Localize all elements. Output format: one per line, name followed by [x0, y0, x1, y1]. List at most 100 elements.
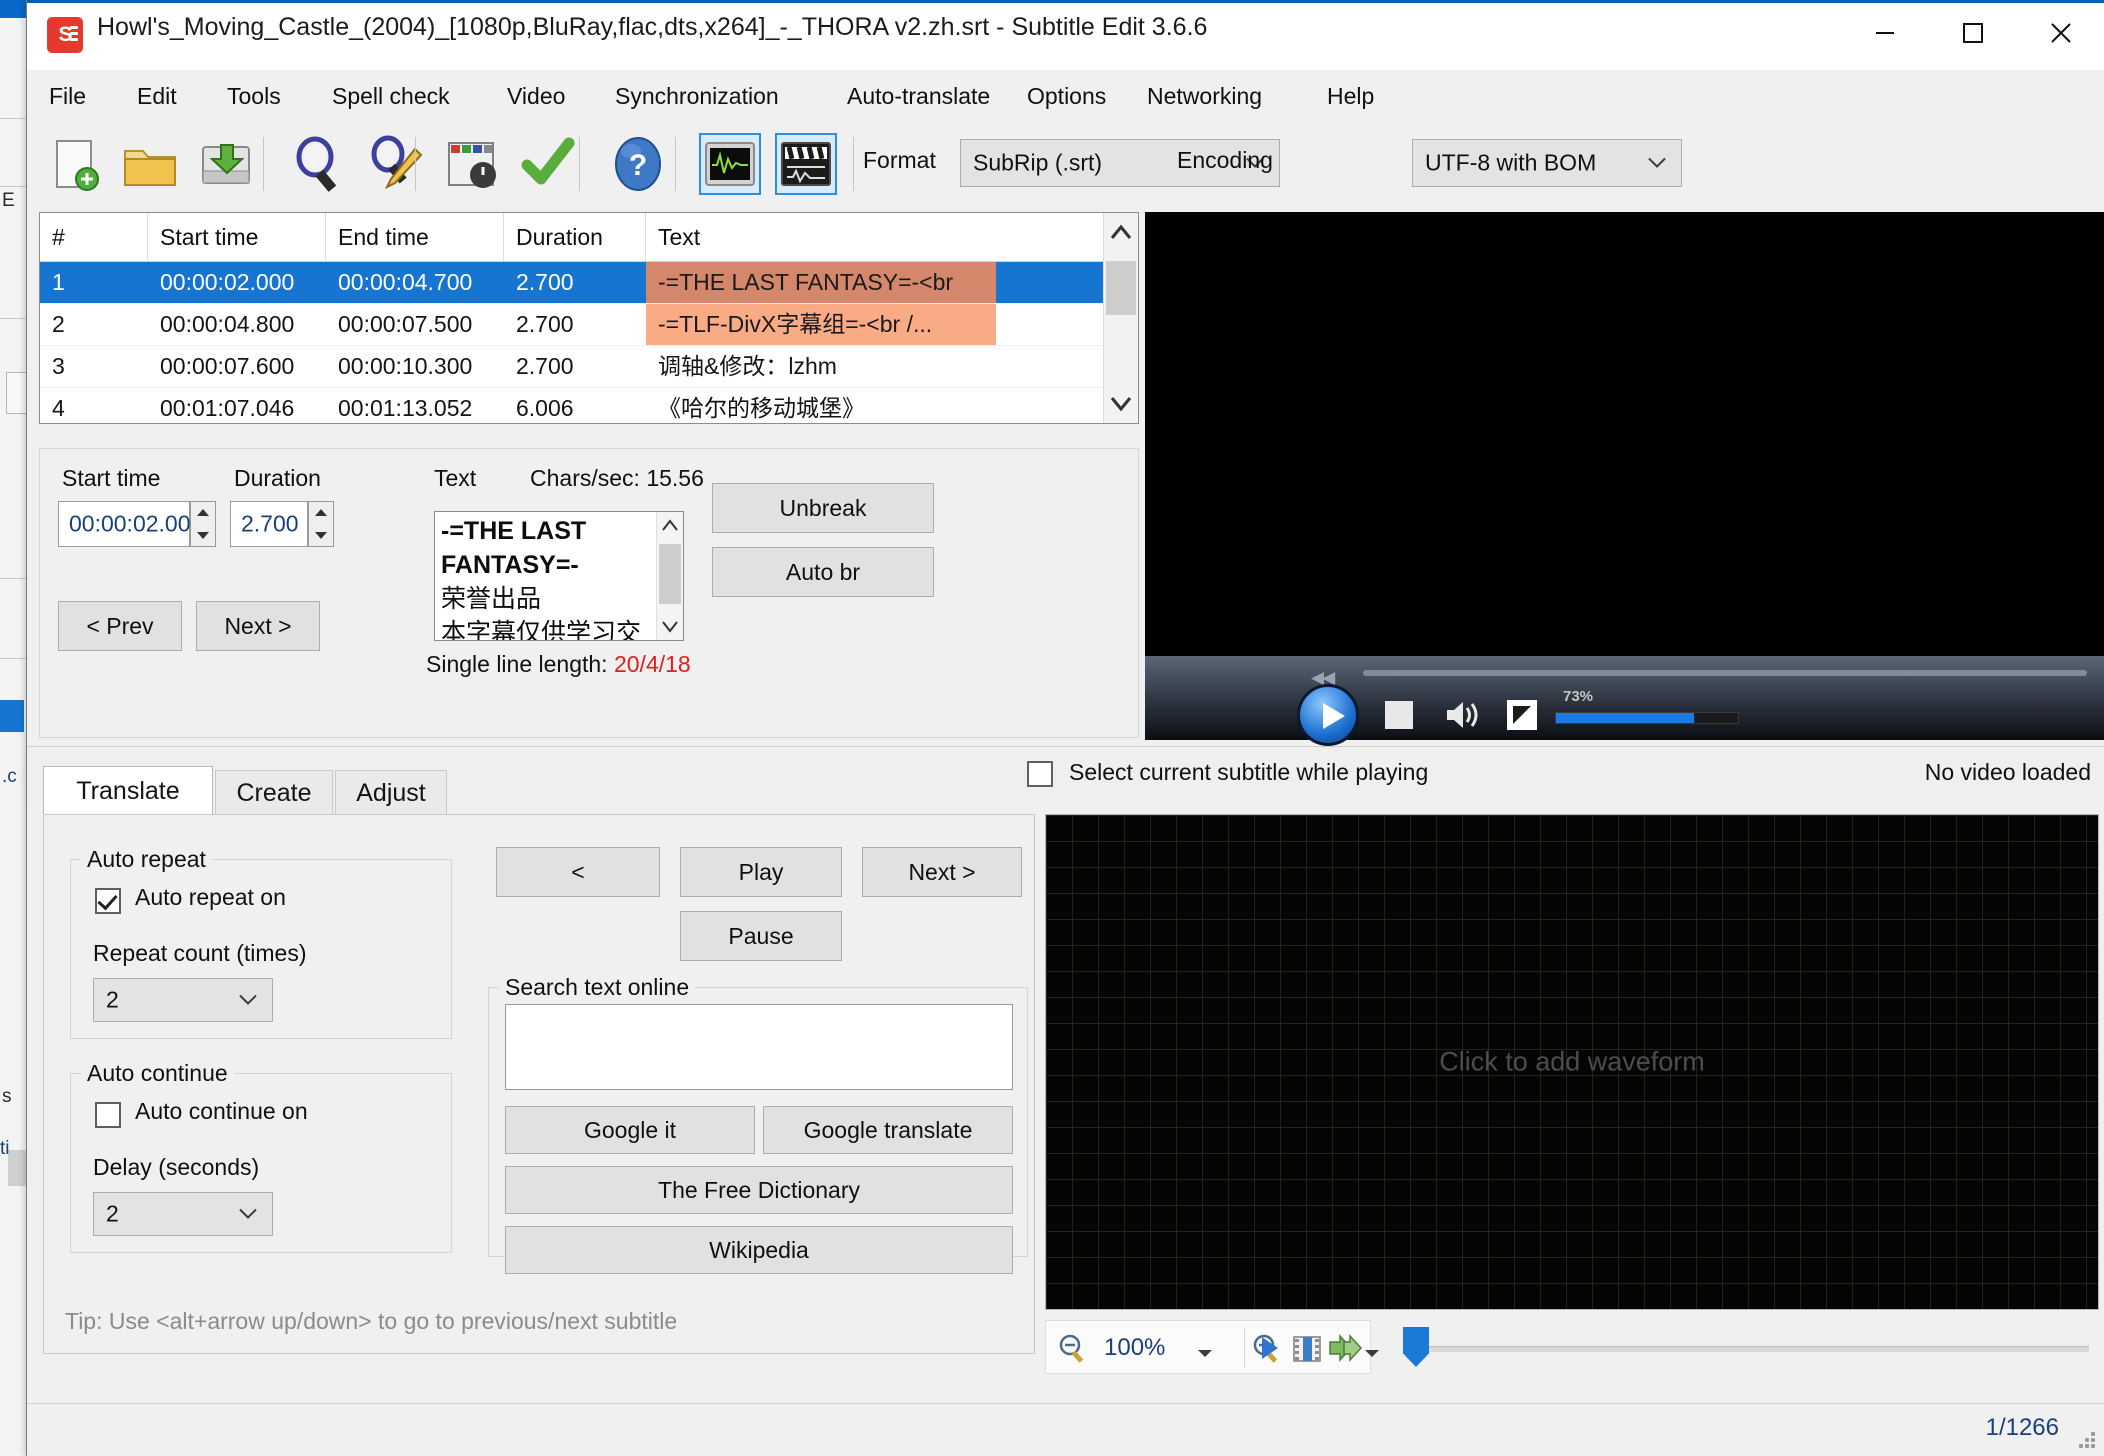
- subtitle-list[interactable]: # Start time End time Duration Text 1 00…: [39, 212, 1139, 424]
- playback-pause-button[interactable]: Pause: [680, 911, 842, 961]
- sync-video-button[interactable]: [441, 133, 503, 195]
- format-value: SubRip (.srt): [973, 149, 1103, 176]
- free-dictionary-button[interactable]: The Free Dictionary: [505, 1166, 1013, 1214]
- search-text-input[interactable]: [505, 1004, 1013, 1090]
- auto-repeat-checkbox[interactable]: [95, 888, 121, 914]
- tab-adjust[interactable]: Adjust: [335, 770, 447, 816]
- menu-auto-translate[interactable]: Auto-translate: [847, 83, 990, 110]
- new-subtitle-icon: [56, 140, 99, 191]
- video-play-button[interactable]: [1297, 684, 1359, 746]
- column-header-index[interactable]: #: [40, 213, 148, 261]
- repeat-count-select[interactable]: 2: [93, 978, 273, 1022]
- chevron-down-icon: [239, 994, 257, 1005]
- waveform-toolbar-separator: [1244, 1329, 1245, 1367]
- tab-translate[interactable]: Translate: [43, 766, 213, 816]
- table-row[interactable]: 3 00:00:07.600 00:00:10.300 2.700 调轴&修改：…: [40, 346, 1138, 388]
- start-time-input[interactable]: 00:00:02.000: [58, 501, 203, 547]
- video-seek-area[interactable]: ◀◀: [1145, 656, 2104, 690]
- next-button[interactable]: Next >: [196, 601, 320, 651]
- google-it-button[interactable]: Google it: [505, 1106, 755, 1154]
- scroll-up-button[interactable]: [657, 512, 683, 540]
- help-button[interactable]: ?: [607, 133, 669, 195]
- playback-next-button[interactable]: Next >: [862, 847, 1022, 897]
- playback-prev-button[interactable]: <: [496, 847, 660, 897]
- waveform-position-slider[interactable]: [1423, 1346, 2089, 1352]
- scroll-thumb[interactable]: [659, 544, 681, 604]
- duration-input[interactable]: 2.700: [230, 501, 308, 547]
- resize-grip[interactable]: [2077, 1430, 2099, 1452]
- scene-change-button[interactable]: [1290, 1332, 1324, 1371]
- column-header-text[interactable]: Text: [646, 213, 1106, 261]
- stepper-up-button[interactable]: [191, 502, 215, 524]
- playback-play-button[interactable]: Play: [680, 847, 842, 897]
- stepper-down-button[interactable]: [191, 524, 215, 546]
- new-subtitle-button[interactable]: [43, 133, 105, 195]
- toggle-video-button[interactable]: [775, 133, 837, 195]
- menu-options[interactable]: Options: [1027, 83, 1106, 110]
- zoom-out-button[interactable]: [1056, 1332, 1090, 1371]
- menu-edit[interactable]: Edit: [137, 83, 177, 110]
- menu-synchronization[interactable]: Synchronization: [615, 83, 779, 110]
- text-editor-scrollbar[interactable]: [656, 512, 683, 640]
- video-preview[interactable]: ◀◀ 73%: [1145, 212, 2104, 746]
- waveform-position-knob[interactable]: [1403, 1327, 1429, 1367]
- open-folder-icon: [124, 150, 176, 186]
- minimize-button[interactable]: [1841, 0, 1929, 66]
- subtitle-text-editor[interactable]: -=THE LAST FANTASY=- 荣誉出品 本字幕仅供学习交: [434, 511, 684, 641]
- maximize-button[interactable]: [1929, 0, 2017, 66]
- wikipedia-button[interactable]: Wikipedia: [505, 1226, 1013, 1274]
- table-row[interactable]: 1 00:00:02.000 00:00:04.700 2.700 -=THE …: [40, 262, 1138, 304]
- subtitle-list-scrollbar[interactable]: [1103, 213, 1138, 423]
- scroll-up-button[interactable]: [1104, 213, 1138, 253]
- table-row[interactable]: 2 00:00:04.800 00:00:07.500 2.700 -=TLF-…: [40, 304, 1138, 346]
- tab-create[interactable]: Create: [215, 770, 333, 816]
- menu-networking[interactable]: Networking: [1147, 83, 1262, 110]
- menu-spell-check[interactable]: Spell check: [332, 83, 450, 110]
- video-volume-button[interactable]: [1445, 698, 1483, 732]
- delay-seconds-select[interactable]: 2: [93, 1192, 273, 1236]
- waveform-display[interactable]: Click to add waveform: [1045, 814, 2099, 1310]
- auto-br-button[interactable]: Auto br: [712, 547, 934, 597]
- menu-help[interactable]: Help: [1327, 83, 1374, 110]
- waveform-play-button[interactable]: [1254, 1332, 1284, 1369]
- save-button[interactable]: [195, 133, 257, 195]
- close-button[interactable]: [2017, 0, 2104, 66]
- fix-common-errors-button[interactable]: [517, 133, 579, 195]
- scroll-down-button[interactable]: [657, 612, 683, 640]
- scroll-down-button[interactable]: [1104, 383, 1138, 423]
- fast-forward-button[interactable]: [1328, 1332, 1363, 1369]
- column-header-start[interactable]: Start time: [148, 213, 326, 261]
- auto-continue-checkbox[interactable]: [95, 1102, 121, 1128]
- duration-label: Duration: [234, 465, 321, 491]
- app-icon: S: [47, 17, 83, 53]
- table-row[interactable]: 4 00:01:07.046 00:01:13.052 6.006 《哈尔的移动…: [40, 388, 1138, 423]
- menu-file[interactable]: File: [49, 83, 86, 110]
- menu-video[interactable]: Video: [507, 83, 565, 110]
- encoding-select[interactable]: UTF-8 with BOM: [1412, 139, 1682, 187]
- video-stop-button[interactable]: [1385, 701, 1413, 729]
- cell-duration: 2.700: [516, 311, 574, 337]
- stepper-down-button[interactable]: [309, 524, 333, 546]
- auto-continue-label[interactable]: Auto continue on: [135, 1098, 308, 1125]
- volume-slider[interactable]: [1555, 712, 1739, 724]
- replace-button[interactable]: [365, 133, 427, 195]
- scroll-thumb[interactable]: [1106, 261, 1136, 315]
- video-fullscreen-button[interactable]: [1507, 700, 1537, 730]
- zoom-dropdown-button[interactable]: [1196, 1345, 1214, 1363]
- auto-repeat-label[interactable]: Auto repeat on: [135, 884, 286, 911]
- menu-tools[interactable]: Tools: [227, 83, 281, 110]
- find-button[interactable]: [289, 133, 351, 195]
- prev-button[interactable]: < Prev: [58, 601, 182, 651]
- select-current-subtitle-label[interactable]: Select current subtitle while playing: [1069, 759, 1428, 786]
- open-file-button[interactable]: [119, 133, 181, 195]
- google-translate-button[interactable]: Google translate: [763, 1106, 1013, 1154]
- video-seek-bar[interactable]: [1363, 670, 2087, 676]
- duration-stepper[interactable]: [308, 501, 334, 547]
- column-header-end[interactable]: End time: [326, 213, 504, 261]
- stepper-up-button[interactable]: [309, 502, 333, 524]
- unbreak-button[interactable]: Unbreak: [712, 483, 934, 533]
- start-time-stepper[interactable]: [190, 501, 216, 547]
- fast-forward-dropdown-button[interactable]: [1364, 1345, 1380, 1363]
- toggle-waveform-button[interactable]: [699, 133, 761, 195]
- column-header-duration[interactable]: Duration: [504, 213, 646, 261]
